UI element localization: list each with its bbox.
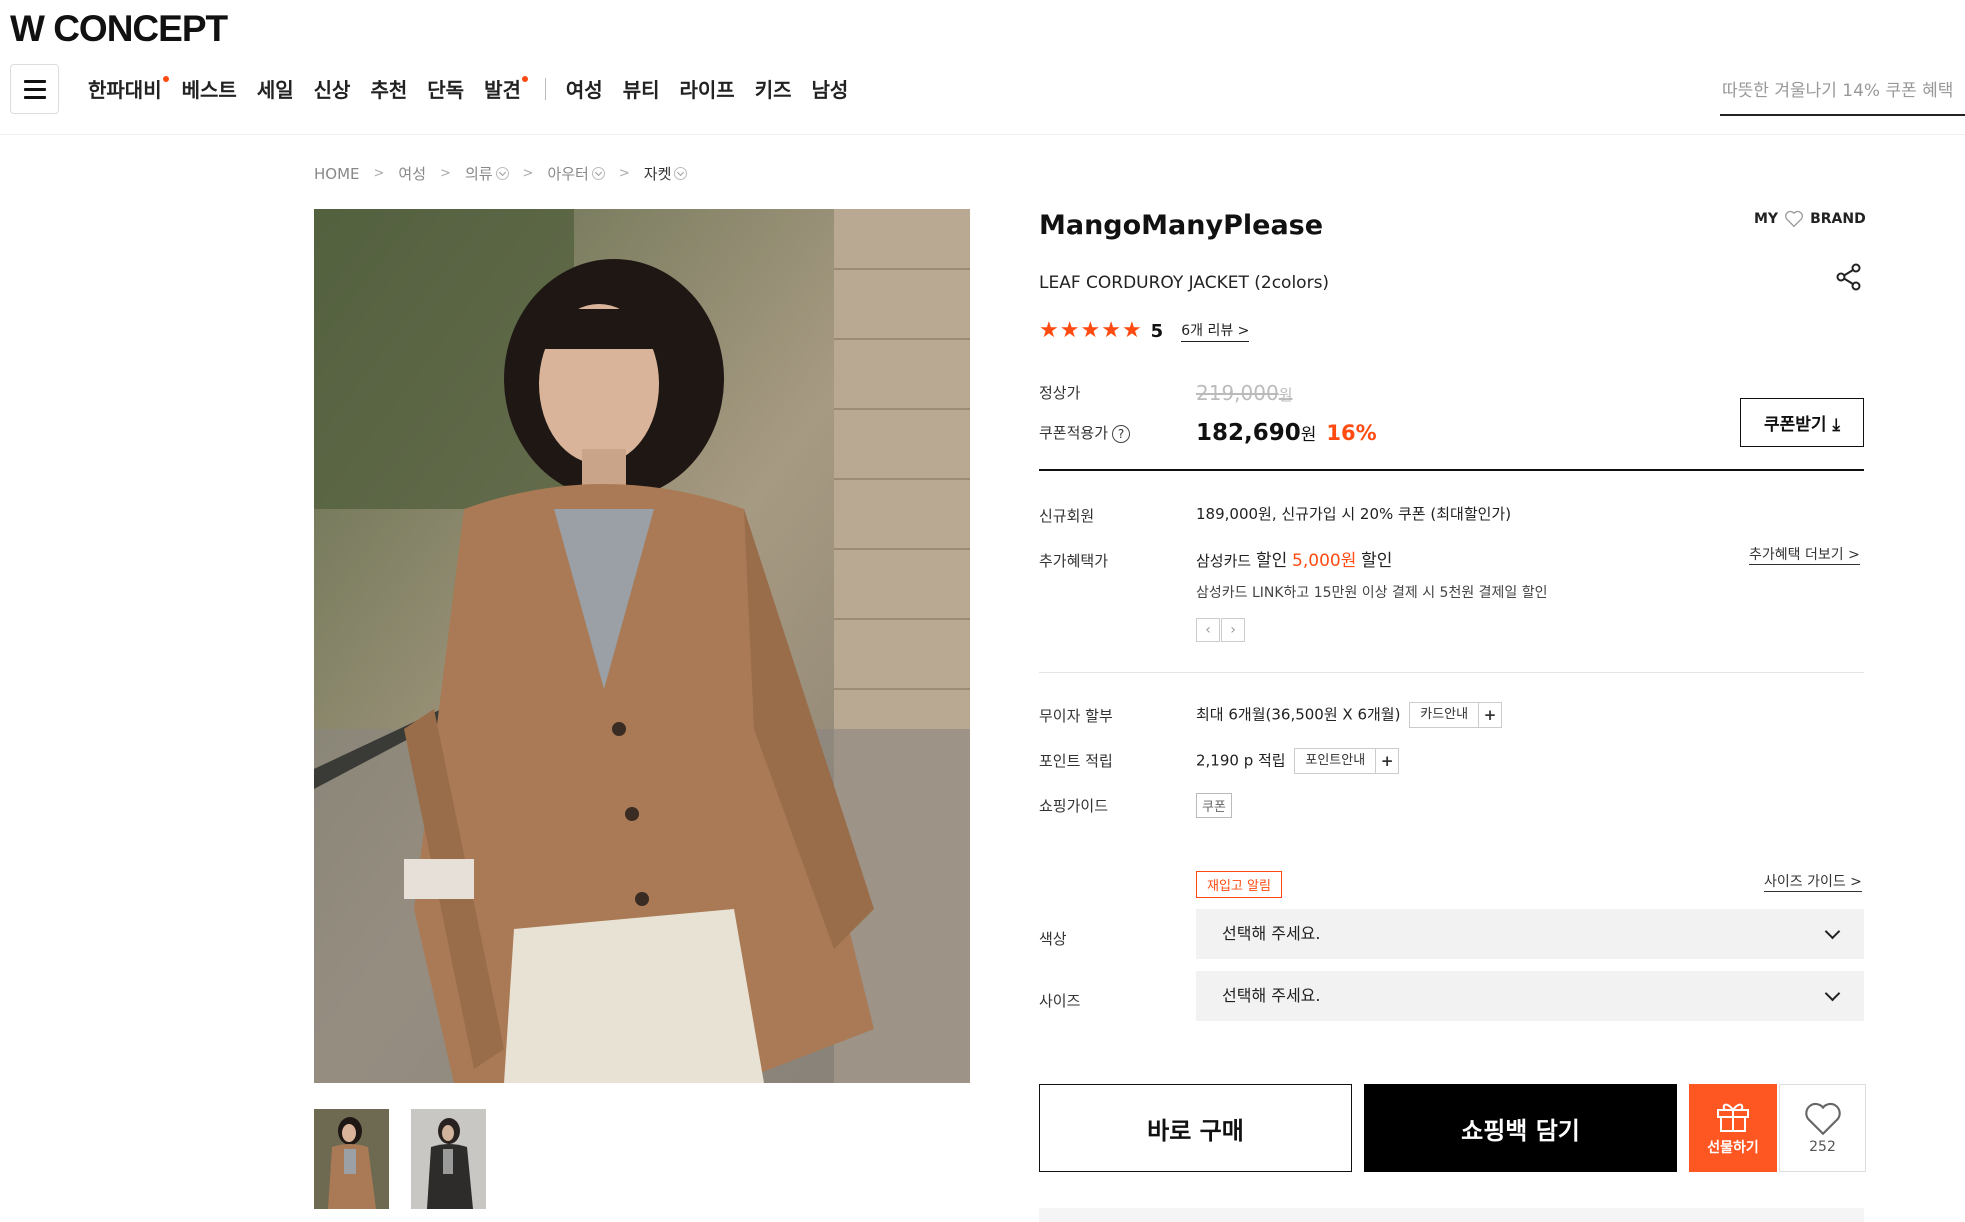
heart-icon bbox=[1785, 210, 1804, 228]
nav-item-best[interactable]: 베스트 bbox=[182, 74, 237, 103]
nav-item-recommend[interactable]: 추천 bbox=[370, 74, 407, 103]
share-icon[interactable] bbox=[1835, 263, 1863, 295]
benefit-pager: ‹ › bbox=[1196, 618, 1246, 642]
points-value: 2,190 p 적립 포인트안내 + bbox=[1196, 748, 1400, 774]
nav-item-kids[interactable]: 키즈 bbox=[755, 74, 792, 103]
chevron-down-icon bbox=[1824, 923, 1841, 940]
regular-price: 219,000원 bbox=[1196, 381, 1293, 405]
size-select[interactable]: 선택해 주세요. bbox=[1196, 971, 1864, 1021]
plus-icon: + bbox=[1483, 706, 1497, 724]
buy-now-button[interactable]: 바로 구매 bbox=[1039, 1084, 1352, 1172]
like-button[interactable]: 252 bbox=[1779, 1084, 1866, 1172]
rating: ★ ★ ★ ★ ★ 5 6개 리뷰 > bbox=[1039, 318, 1250, 343]
benefit-divider bbox=[1039, 672, 1864, 673]
coupon-tag[interactable]: 쿠폰 bbox=[1196, 793, 1232, 818]
shopping-guide-label: 쇼핑가이드 bbox=[1039, 797, 1109, 815]
add-to-bag-button[interactable]: 쇼핑백 담기 bbox=[1364, 1084, 1677, 1172]
prev-arrow-icon[interactable]: ‹ bbox=[1196, 618, 1220, 642]
download-icon: ⤓ bbox=[1832, 415, 1840, 435]
size-label: 사이즈 bbox=[1039, 992, 1081, 1010]
breadcrumb-home[interactable]: HOME bbox=[314, 165, 360, 183]
nav-item-beauty[interactable]: 뷰티 bbox=[623, 74, 660, 103]
review-link[interactable]: 6개 리뷰 > bbox=[1181, 320, 1250, 342]
installment-label: 무이자 할부 bbox=[1039, 707, 1113, 725]
breadcrumb-women[interactable]: 여성 bbox=[398, 163, 426, 184]
star-icon: ★ bbox=[1101, 318, 1121, 343]
nav-item-discover[interactable]: 발견 bbox=[484, 74, 528, 103]
chevron-down-icon bbox=[674, 167, 688, 180]
gift-button[interactable]: 선물하기 bbox=[1689, 1084, 1777, 1172]
price-divider bbox=[1039, 469, 1864, 471]
star-icon: ★ bbox=[1059, 318, 1080, 343]
breadcrumb-clothing[interactable]: 의류 bbox=[465, 163, 509, 184]
product-thumbnail-2[interactable] bbox=[411, 1109, 486, 1209]
breadcrumb: HOME > 여성 > 의류 > 아우터 > 자켓 bbox=[314, 163, 688, 184]
nav-item-sale[interactable]: 세일 bbox=[257, 74, 294, 103]
nav-item-new[interactable]: 신상 bbox=[314, 74, 351, 103]
extra-benefit-value: 삼성카드 할인 5,000원 할인 bbox=[1196, 551, 1393, 571]
gift-icon bbox=[1717, 1103, 1749, 1132]
heart-icon bbox=[1804, 1102, 1841, 1136]
header-divider bbox=[0, 134, 1965, 135]
product-thumbnail-1[interactable] bbox=[314, 1109, 389, 1209]
nav-item-life[interactable]: 라이프 bbox=[680, 74, 735, 103]
main-nav: 한파대비 베스트 세일 신상 추천 단독 발견 여성 뷰티 라이프 키즈 남성 bbox=[88, 74, 868, 103]
chevron-down-icon bbox=[495, 167, 509, 180]
nav-item-men[interactable]: 남성 bbox=[812, 74, 849, 103]
size-guide-link[interactable]: 사이즈 가이드 > bbox=[1764, 871, 1862, 892]
extra-benefit-more-link[interactable]: 추가혜택 더보기 > bbox=[1749, 544, 1860, 565]
star-icon: ★ bbox=[1121, 318, 1142, 343]
points-label: 포인트 적립 bbox=[1039, 752, 1113, 770]
nav-item-cold-wave[interactable]: 한파대비 bbox=[88, 74, 169, 103]
extra-benefit-label: 추가혜택가 bbox=[1039, 552, 1109, 570]
points-info-button[interactable]: 포인트안내 + bbox=[1294, 748, 1400, 774]
rating-score: 5 bbox=[1150, 320, 1164, 342]
coupon-download-button[interactable]: 쿠폰받기 ⤓ bbox=[1740, 398, 1864, 447]
chevron-down-icon bbox=[591, 167, 605, 180]
breadcrumb-jacket[interactable]: 자켓 bbox=[644, 163, 688, 184]
extra-benefit-note: 삼성카드 LINK하고 15만원 이상 결제 시 5천원 결제일 할인 bbox=[1196, 585, 1548, 601]
like-count: 252 bbox=[1809, 1139, 1836, 1155]
installment-value: 최대 6개월(36,500원 X 6개월) 카드안내 + bbox=[1196, 702, 1503, 728]
my-brand-toggle[interactable]: MY BRAND bbox=[1754, 210, 1866, 228]
nav-divider bbox=[544, 77, 546, 100]
new-member-label: 신규회원 bbox=[1039, 507, 1095, 525]
plus-icon: + bbox=[1380, 752, 1394, 770]
star-icon: ★ bbox=[1039, 318, 1059, 343]
breadcrumb-outer[interactable]: 아우터 bbox=[547, 163, 605, 184]
nav-item-exclusive[interactable]: 단독 bbox=[427, 74, 464, 103]
next-arrow-icon[interactable]: › bbox=[1221, 618, 1245, 642]
coupon-price-label: 쿠폰적용가? bbox=[1039, 422, 1131, 443]
color-select[interactable]: 선택해 주세요. bbox=[1196, 909, 1864, 959]
site-logo[interactable]: W CONCEPT bbox=[10, 8, 228, 50]
menu-icon bbox=[23, 79, 46, 83]
coupon-price: 182,690원 16% bbox=[1196, 420, 1377, 446]
brand-name[interactable]: MangoManyPlease bbox=[1039, 210, 1323, 241]
chevron-down-icon bbox=[1824, 985, 1841, 1002]
discount-rate: 16% bbox=[1326, 421, 1377, 445]
regular-price-label: 정상가 bbox=[1039, 384, 1081, 402]
bottom-panel bbox=[1039, 1208, 1864, 1222]
product-main-image[interactable] bbox=[314, 209, 970, 1083]
color-label: 색상 bbox=[1039, 930, 1067, 948]
card-info-button[interactable]: 카드안내 + bbox=[1409, 702, 1503, 728]
search-input[interactable]: 따뜻한 겨울나기 14% 쿠폰 혜택 bbox=[1720, 72, 1965, 116]
nav-item-women[interactable]: 여성 bbox=[566, 74, 603, 103]
hamburger-menu-button[interactable] bbox=[10, 64, 59, 114]
star-icon: ★ bbox=[1080, 318, 1101, 343]
new-member-value: 189,000원, 신규가입 시 20% 쿠폰 (최대할인가) bbox=[1196, 505, 1512, 523]
help-icon[interactable]: ? bbox=[1112, 424, 1131, 443]
restock-alert-button[interactable]: 재입고 알림 bbox=[1196, 871, 1282, 898]
product-name: LEAF CORDUROY JACKET (2colors) bbox=[1039, 273, 1330, 293]
